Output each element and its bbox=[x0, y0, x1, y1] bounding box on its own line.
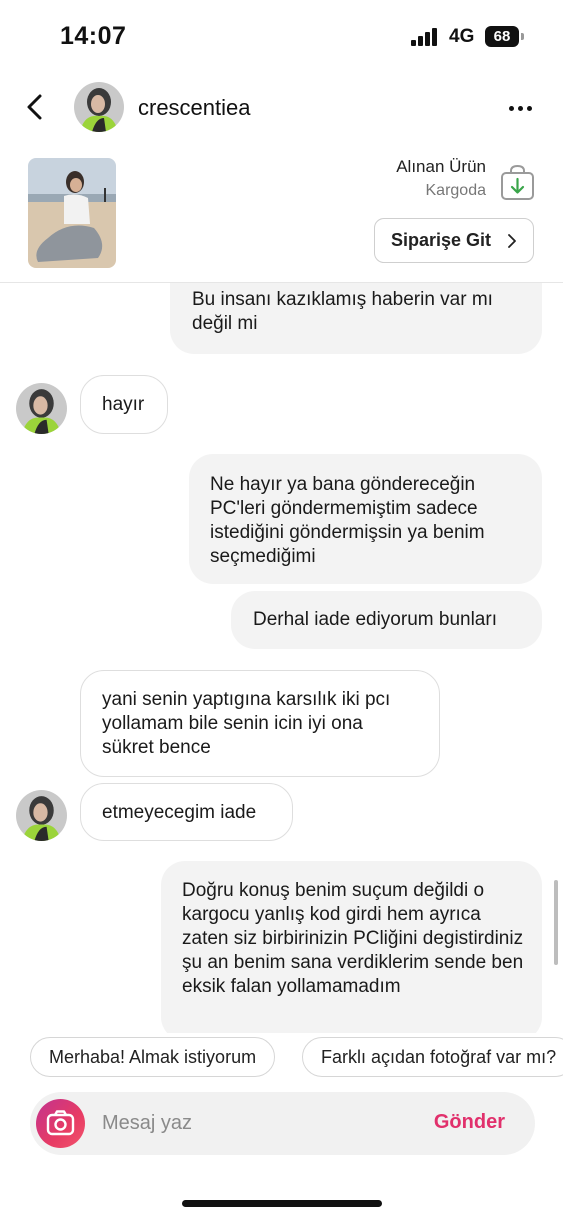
avatar[interactable] bbox=[74, 82, 124, 132]
message-incoming[interactable]: yani senin yaptıgına karsılık iki pcı yo… bbox=[80, 670, 440, 777]
avatar[interactable] bbox=[16, 383, 67, 434]
order-button-label: Siparişe Git bbox=[391, 230, 492, 250]
battery-level: 68 bbox=[493, 28, 511, 45]
avatar[interactable] bbox=[16, 790, 67, 841]
message-outgoing[interactable]: Ne hayır ya bana göndereceğin PC'leri gö… bbox=[189, 454, 542, 584]
message-text: Doğru konuş benim suçum değildi o kargoc… bbox=[182, 880, 524, 997]
product-title: Alınan Ürün bbox=[396, 157, 486, 176]
camera-icon bbox=[46, 1110, 75, 1136]
battery-cap bbox=[521, 33, 524, 40]
shopping-bag-download-icon bbox=[500, 163, 535, 201]
message-composer: Gönder bbox=[30, 1092, 535, 1155]
product-thumbnail[interactable] bbox=[28, 158, 116, 268]
back-button[interactable] bbox=[22, 90, 50, 124]
message-text: yani senin yaptıgına karsılık iki pcı yo… bbox=[102, 689, 391, 758]
quick-reply-chip[interactable]: Merhaba! Almak istiyorum bbox=[30, 1037, 276, 1077]
message-text: Derhal iade ediyorum bunları bbox=[253, 609, 497, 630]
home-indicator[interactable] bbox=[182, 1200, 382, 1207]
product-status: Kargoda bbox=[425, 182, 487, 199]
message-outgoing[interactable]: Bu insanı kazıklamış haberin var mı deği… bbox=[170, 283, 542, 354]
message-text: Ne hayır ya bana göndereceğin PC'leri gö… bbox=[210, 474, 485, 567]
username[interactable]: crescentiea bbox=[138, 95, 251, 121]
scrollbar[interactable] bbox=[554, 880, 558, 965]
send-button[interactable]: Gönder bbox=[434, 1111, 505, 1134]
chevron-left-icon bbox=[27, 94, 42, 120]
quick-replies: Merhaba! Almak istiyorum Farklı açıdan f… bbox=[0, 1037, 563, 1079]
message-text: etmeyecegim iade bbox=[102, 802, 257, 823]
network-type: 4G bbox=[449, 26, 475, 47]
more-horizontal-icon bbox=[508, 105, 514, 111]
go-to-order-button[interactable]: Siparişe Git bbox=[374, 218, 534, 263]
message-text: Bu insanı kazıklamış haberin var mı deği… bbox=[192, 289, 493, 334]
message-text: hayır bbox=[102, 394, 145, 415]
message-incoming[interactable]: hayır bbox=[80, 375, 168, 434]
battery-icon: 68 bbox=[485, 26, 519, 47]
message-outgoing[interactable]: Doğru konuş benim suçum değildi o kargoc… bbox=[161, 861, 542, 1033]
chat-header: crescentiea bbox=[0, 70, 563, 145]
message-incoming[interactable]: etmeyecegim iade bbox=[80, 783, 293, 841]
more-options-button[interactable] bbox=[505, 98, 535, 118]
message-list[interactable]: Bu insanı kazıklamış haberin var mı deği… bbox=[0, 283, 563, 1033]
camera-button[interactable] bbox=[36, 1099, 85, 1148]
status-time: 14:07 bbox=[60, 22, 127, 50]
message-outgoing[interactable]: Derhal iade ediyorum bunları bbox=[231, 591, 542, 649]
signal-icon bbox=[411, 28, 439, 46]
quick-reply-chip[interactable]: Farklı açıdan fotoğraf var mı? bbox=[302, 1037, 563, 1077]
status-bar: 14:07 4G 68 bbox=[0, 0, 563, 70]
chevron-right-icon bbox=[508, 234, 516, 248]
message-input[interactable] bbox=[102, 1104, 402, 1142]
product-card: Alınan Ürün Kargoda Siparişe Git bbox=[0, 145, 563, 283]
